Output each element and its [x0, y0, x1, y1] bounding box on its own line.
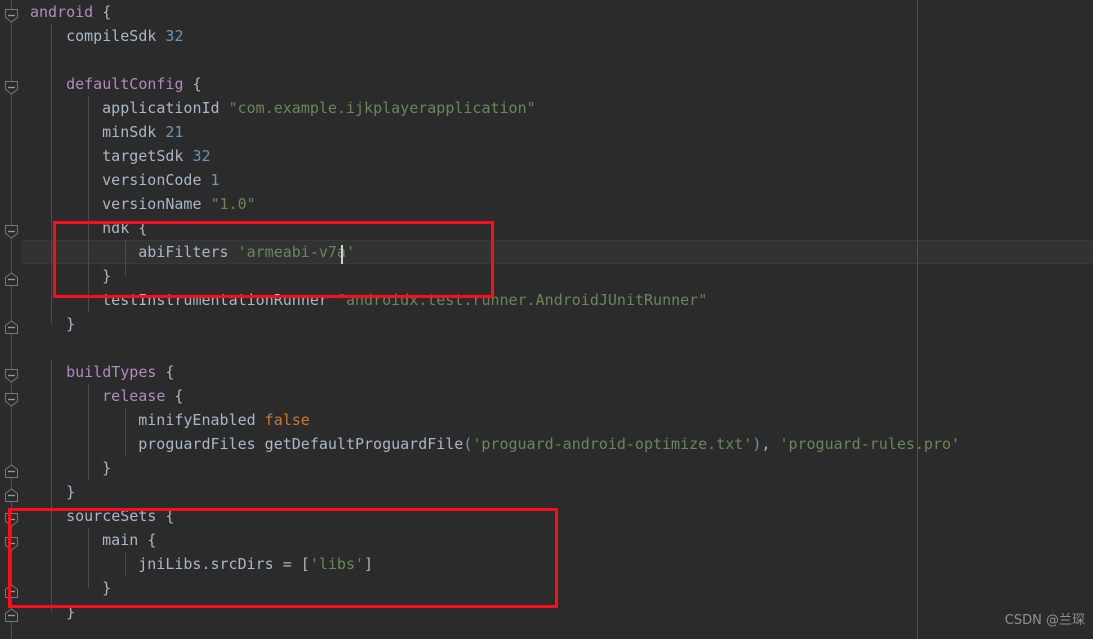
code-line[interactable]: main {: [0, 528, 156, 552]
code-token: 32: [165, 27, 184, 45]
code-token: {: [192, 75, 202, 93]
fold-end-icon[interactable]: [4, 272, 19, 287]
code-token: ,: [761, 435, 780, 453]
code-line[interactable]: minSdk 21: [0, 120, 183, 144]
code-token: buildTypes: [66, 363, 166, 381]
code-token: sourceSets: [66, 507, 166, 525]
code-line[interactable]: minifyEnabled false: [0, 408, 310, 432]
fold-collapse-icon[interactable]: [4, 512, 19, 527]
code-token: 'proguard-android-optimize.txt': [472, 435, 753, 453]
fold-collapse-icon[interactable]: [4, 368, 19, 383]
code-token: 1: [210, 171, 220, 189]
code-token: abiFilters: [138, 243, 238, 261]
code-token: testInstrumentationRunner: [102, 291, 337, 309]
code-token: {: [102, 3, 112, 21]
code-token: minSdk: [102, 123, 166, 141]
code-token: applicationId: [102, 99, 229, 117]
code-editor[interactable]: android {compileSdk 32 defaultConfig {app…: [0, 0, 1093, 639]
code-token: android: [30, 3, 103, 21]
code-token: 'proguard-rules.pro': [779, 435, 961, 453]
code-token: targetSdk: [102, 147, 193, 165]
code-token: }: [66, 603, 76, 621]
code-line[interactable]: jniLibs.srcDirs = ['libs']: [0, 552, 373, 576]
fold-end-icon[interactable]: [4, 488, 19, 503]
code-token: ]: [364, 555, 374, 573]
code-token: }: [102, 579, 112, 597]
code-token: "com.example.ijkplayerapplication": [228, 99, 536, 117]
code-line[interactable]: versionName "1.0": [0, 192, 256, 216]
code-token: {: [165, 363, 175, 381]
code-line[interactable]: targetSdk 32: [0, 144, 211, 168]
fold-collapse-icon[interactable]: [4, 536, 19, 551]
code-token: [: [300, 555, 310, 573]
code-line[interactable]: proguardFiles getDefaultProguardFile('pr…: [0, 432, 960, 456]
text-caret: [341, 245, 343, 264]
code-token: }: [66, 315, 76, 333]
fold-end-icon[interactable]: [4, 464, 19, 479]
code-token: {: [147, 531, 157, 549]
fold-collapse-icon[interactable]: [4, 224, 19, 239]
code-line[interactable]: versionCode 1: [0, 168, 220, 192]
code-token: 32: [192, 147, 211, 165]
editor-gutter[interactable]: [0, 0, 22, 639]
code-line[interactable]: abiFilters 'armeabi-v7a': [0, 240, 355, 264]
code-line[interactable]: testInstrumentationRunner "androidx.test…: [0, 288, 707, 312]
code-token: }: [102, 267, 112, 285]
code-token: {: [165, 507, 175, 525]
code-token: =: [282, 555, 301, 573]
fold-collapse-icon[interactable]: [4, 8, 19, 23]
code-line[interactable]: buildTypes {: [0, 360, 174, 384]
code-token: versionCode: [102, 171, 211, 189]
code-line[interactable]: sourceSets {: [0, 504, 174, 528]
code-token: versionName: [102, 195, 211, 213]
code-token: compileSdk: [66, 27, 166, 45]
fold-collapse-icon[interactable]: [4, 80, 19, 95]
fold-end-icon[interactable]: [4, 320, 19, 335]
code-token: 'armeabi-v7a': [237, 243, 355, 261]
code-token: }: [102, 459, 112, 477]
code-token: {: [174, 387, 184, 405]
code-line[interactable]: defaultConfig {: [0, 72, 202, 96]
code-token: "androidx.test.runner.AndroidJUnitRunner…: [336, 291, 708, 309]
code-token: "1.0": [210, 195, 256, 213]
code-line[interactable]: compileSdk 32: [0, 24, 183, 48]
code-token: main: [102, 531, 148, 549]
fold-end-icon[interactable]: [4, 584, 19, 599]
code-token: jniLibs.srcDirs: [138, 555, 283, 573]
fold-collapse-icon[interactable]: [4, 392, 19, 407]
code-token: minifyEnabled: [138, 411, 265, 429]
fold-end-icon[interactable]: [4, 608, 19, 623]
code-token: false: [264, 411, 310, 429]
code-token: 21: [165, 123, 184, 141]
code-line[interactable]: release {: [0, 384, 183, 408]
watermark-label: CSDN @兰琛: [1004, 613, 1085, 628]
code-line[interactable]: ndk {: [0, 216, 147, 240]
code-token: release: [102, 387, 175, 405]
code-token: ndk: [102, 219, 139, 237]
code-token: 'libs': [309, 555, 365, 573]
code-token: {: [138, 219, 148, 237]
code-token: defaultConfig: [66, 75, 193, 93]
code-line[interactable]: applicationId "com.example.ijkplayerappl…: [0, 96, 536, 120]
code-content[interactable]: android {compileSdk 32 defaultConfig {app…: [0, 0, 1093, 639]
code-token: }: [66, 483, 76, 501]
code-token: proguardFiles getDefaultProguardFile: [138, 435, 464, 453]
